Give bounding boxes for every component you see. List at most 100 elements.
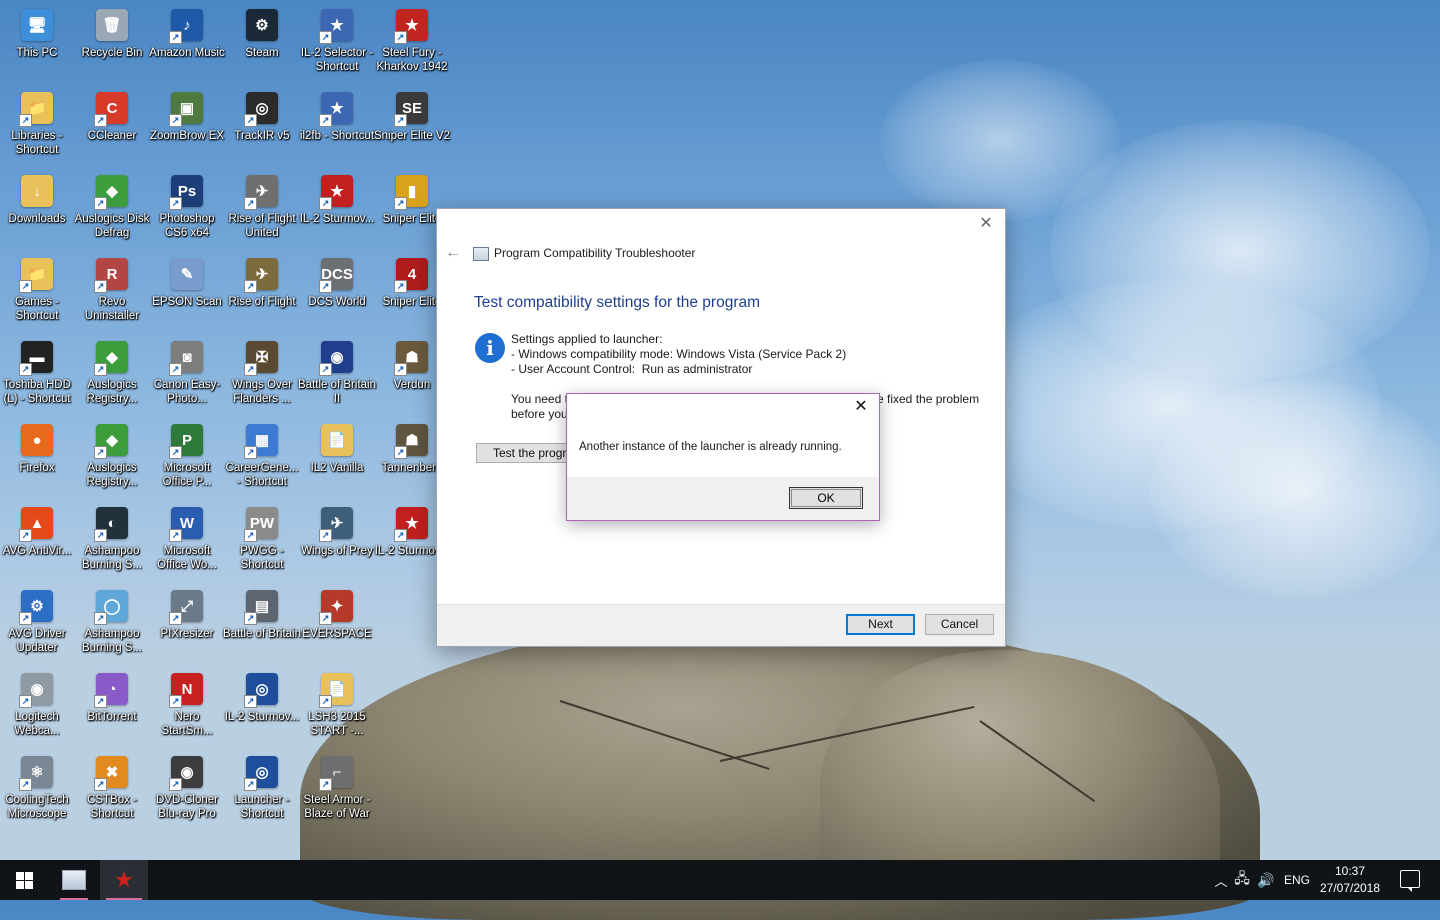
desktop-app-icon: Ps xyxy=(169,175,203,210)
desktop-icon-label: Steel Armor - Blaze of War xyxy=(303,794,371,820)
desktop-icon[interactable]: ◯ Ashampoo Burning S... xyxy=(75,584,149,664)
desktop-app-icon: ◉ xyxy=(319,341,353,376)
desktop-icon[interactable]: ◉ Battle of Britain II xyxy=(298,335,376,415)
desktop-icon[interactable]: ● Firefox xyxy=(0,418,74,498)
desktop-icon[interactable]: SE Sniper Elite V2 xyxy=(374,86,450,166)
desktop-icon[interactable]: Ps Photoshop CS6 x64 xyxy=(150,169,224,249)
desktop-icon[interactable]: ◎ IL-2 Sturmov... xyxy=(225,667,299,747)
desktop-icon[interactable]: ✖ CSTBox - Shortcut xyxy=(75,750,149,830)
desktop-icon[interactable]: ▣ ZoomBrow EX xyxy=(150,86,224,166)
desktop-icon[interactable]: 🗑 Recycle Bin xyxy=(75,3,149,83)
desktop-icon-label: CoolingTech Microscope xyxy=(5,794,69,820)
desktop-app-icon: ◔ xyxy=(94,673,128,708)
desktop-app-icon: SE xyxy=(394,92,428,127)
desktop-icon[interactable]: ✦ EVERSPACE xyxy=(300,584,374,664)
desktop-icon[interactable]: 📁 Libraries - Shortcut xyxy=(0,86,74,166)
desktop-icon[interactable]: ★ il2fb - Shortcut xyxy=(300,86,374,166)
cancel-button[interactable]: Cancel xyxy=(925,614,994,635)
desktop-icon[interactable]: P Microsoft Office P... xyxy=(150,418,224,498)
desktop-icon-label: Auslogics Registry... xyxy=(86,462,138,488)
taskbar-troubleshooter-app[interactable] xyxy=(54,860,94,900)
desktop-icon[interactable]: ✈ Rise of Flight United xyxy=(225,169,299,249)
desktop-icon[interactable]: ↓ Downloads xyxy=(0,169,74,249)
desktop-app-icon: ★ xyxy=(319,175,353,210)
desktop-icon[interactable]: ◆ Auslogics Registry... xyxy=(75,335,149,415)
desktop-app-icon: 📁 xyxy=(19,92,53,127)
desktop-icon[interactable]: C CCleaner xyxy=(75,86,149,166)
desktop-icon[interactable]: ◆ Auslogics Registry... xyxy=(75,418,149,498)
desktop-icon[interactable]: DCS DCS World xyxy=(300,252,374,332)
desktop-icon-label: Wings of Prey xyxy=(301,545,373,557)
desktop-app-icon: ◉ xyxy=(19,673,53,708)
desktop-icon[interactable]: R Revo Uninstaller xyxy=(75,252,149,332)
desktop-icon[interactable]: PW PWGG - Shortcut xyxy=(225,501,299,581)
desktop-icon[interactable]: ◎ Launcher - Shortcut xyxy=(225,750,299,830)
desktop-icon[interactable]: ★ Steel Fury - Kharkov 1942 xyxy=(375,3,449,83)
desktop-icon[interactable]: ♪ Amazon Music xyxy=(149,3,225,83)
taskbar-launcher-app[interactable]: ★ xyxy=(100,860,148,900)
desktop-icon[interactable]: ✎ EPSON Scan xyxy=(150,252,224,332)
desktop-icon-label: DVD-Cloner Blu-ray Pro xyxy=(156,794,218,820)
desktop-icon-label: AVG AntiVir... xyxy=(2,545,72,557)
desktop-icon[interactable]: ★ IL-2 Selector - Shortcut xyxy=(300,3,374,83)
desktop-icon[interactable]: ✠ Wings Over Flanders ... xyxy=(225,335,299,415)
desktop-icon[interactable]: ★ IL-2 Sturmov... xyxy=(300,169,374,249)
action-center-icon[interactable] xyxy=(1400,870,1420,892)
desktop-icon-label: TrackIR v5 xyxy=(234,130,290,142)
desktop-icon[interactable]: ◐ Ashampoo Burning S... xyxy=(75,501,149,581)
troubleshooter-app-icon xyxy=(473,247,489,261)
desktop-icon[interactable]: N Nero StartSm... xyxy=(150,667,224,747)
desktop-icon-label: ZoomBrow EX xyxy=(149,130,225,142)
desktop-icon-label: Toshiba HDD (L) - Shortcut xyxy=(3,379,71,405)
desktop-icon[interactable]: ▬ Toshiba HDD (L) - Shortcut xyxy=(0,335,74,415)
desktop-icon[interactable]: ⌐ Steel Armor - Blaze of War xyxy=(300,750,374,830)
desktop-icon[interactable]: ◉ Logitech Webca... xyxy=(0,667,74,747)
desktop-icon[interactable]: ✈ Wings of Prey xyxy=(300,501,374,581)
dialog-close-button[interactable]: ✕ xyxy=(851,396,871,418)
info-icon: i xyxy=(475,333,505,363)
desktop-icon[interactable]: ◉ DVD-Cloner Blu-ray Pro xyxy=(150,750,224,830)
desktop-icon-label: DCS World xyxy=(308,296,366,308)
desktop-icon[interactable]: ◔ BitTorrent xyxy=(75,667,149,747)
back-arrow-icon[interactable]: ← xyxy=(445,244,461,262)
desktop-icon[interactable]: ▦ CareerGene... - Shortcut xyxy=(225,418,299,498)
desktop-icon-label: Rise of Flight xyxy=(228,296,296,308)
desktop-icon[interactable]: ▤ Battle of Britain xyxy=(223,584,301,664)
desktop-icon[interactable]: ⤢ PIXresizer xyxy=(150,584,224,664)
desktop-icon[interactable]: ◙ Canon Easy-Photo... xyxy=(150,335,224,415)
desktop-icon[interactable]: ⚙ AVG Driver Updater xyxy=(0,584,74,664)
desktop-app-icon: ★ xyxy=(319,92,353,127)
window-close-button[interactable]: ✕ xyxy=(975,213,997,235)
language-indicator[interactable]: ENG xyxy=(1278,873,1316,887)
desktop-app-icon: 📄 xyxy=(321,424,353,456)
desktop-icon[interactable]: W Microsoft Office Wo... xyxy=(150,501,224,581)
desktop-app-icon: PW xyxy=(244,507,278,542)
desktop-icon-label: IL-2 Selector - Shortcut xyxy=(300,47,374,73)
desktop-app-icon: ◆ xyxy=(94,175,128,210)
start-button[interactable] xyxy=(0,860,48,900)
desktop-icon[interactable]: 📄 IL2 Vanilla xyxy=(300,418,374,498)
network-icon[interactable]: 🖧 xyxy=(1230,868,1254,892)
ok-button[interactable]: OK xyxy=(789,487,863,509)
desktop-icon-label: Logitech Webca... xyxy=(14,711,60,737)
desktop-icon[interactable]: 📁 Games - Shortcut xyxy=(0,252,74,332)
desktop-icon[interactable]: ✈ Rise of Flight xyxy=(225,252,299,332)
show-hidden-icons-chevron-icon[interactable]: ︿ xyxy=(1212,871,1230,890)
volume-icon[interactable]: 🔊 xyxy=(1254,872,1278,889)
desktop-icon[interactable]: ▲ AVG AntiVir... xyxy=(0,501,74,581)
settings-compat-mode: - Windows compatibility mode: Windows Vi… xyxy=(511,347,847,361)
next-button[interactable]: Next xyxy=(846,614,915,635)
desktop-icon-label: CSTBox - Shortcut xyxy=(87,794,137,820)
desktop-icon[interactable]: ⚙ Steam xyxy=(225,3,299,83)
desktop-icon[interactable]: ⚛ CoolingTech Microscope xyxy=(0,750,74,830)
desktop-icon[interactable]: ◎ TrackIR v5 xyxy=(225,86,299,166)
desktop-icon[interactable]: ◆ Auslogics Disk Defrag xyxy=(75,169,149,249)
desktop-icon[interactable]: 🖥 This PC xyxy=(0,3,74,83)
clock[interactable]: 10:37 27/07/2018 xyxy=(1318,863,1382,897)
desktop-icon-label: CareerGene... - Shortcut xyxy=(225,462,299,488)
desktop-app-icon: ↓ xyxy=(21,175,53,207)
desktop-icon[interactable]: 📄 LSH3 2015 START -... xyxy=(300,667,374,747)
desktop-icon-label: Battle of Britain II xyxy=(298,379,376,405)
desktop-app-icon: ✈ xyxy=(319,507,353,542)
desktop-icon-label: Ashampoo Burning S... xyxy=(81,545,143,571)
